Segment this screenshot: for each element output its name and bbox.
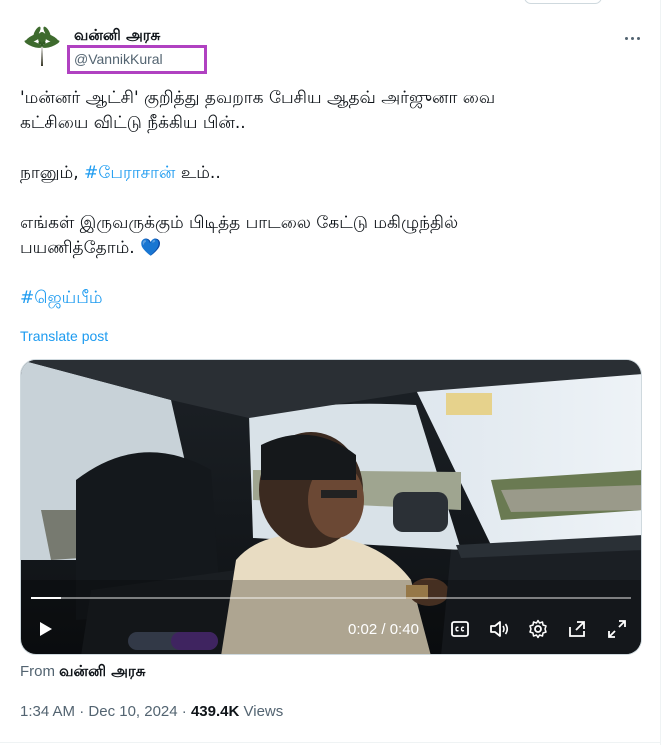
author-handle[interactable]: @VannikKural	[74, 51, 163, 67]
captions-icon[interactable]	[449, 618, 471, 640]
tweet-text: 'மன்னர் ஆட்சி' குறித்து தவறாக பேசிய ஆதவ்…	[20, 86, 640, 311]
hashtag-link[interactable]: #ஜெய்பீம்	[20, 288, 103, 308]
from-attribution: From வன்னி அரசு	[20, 662, 145, 682]
avatar[interactable]	[20, 24, 64, 68]
tweet-line: பயணித்தோம். 💙	[20, 236, 640, 261]
meta-separator: ·	[75, 703, 89, 720]
blue-heart-emoji: 💙	[140, 238, 162, 258]
fullscreen-icon[interactable]	[606, 618, 628, 640]
tweet-line: கட்சியை விட்டு நீக்கிய பின்..	[20, 113, 246, 133]
from-author-link[interactable]: வன்னி அரசு	[59, 662, 145, 680]
author-display-name[interactable]: வன்னி அரசு	[74, 26, 160, 46]
video-player[interactable]: 0:02 / 0:40	[20, 359, 642, 655]
from-prefix: From	[20, 663, 60, 680]
post-date[interactable]: Dec 10, 2024	[88, 703, 177, 720]
tweet-line-text: பயணித்தோம்.	[20, 238, 141, 258]
divider	[0, 742, 661, 743]
tweet-line: 'மன்னர் ஆட்சி' குறித்து தவறாக பேசிய ஆதவ்…	[20, 88, 496, 108]
time-separator: /	[377, 621, 390, 638]
volume-icon[interactable]	[488, 618, 510, 640]
dock-icon[interactable]	[566, 618, 588, 640]
meta-separator: ·	[177, 703, 191, 720]
duration: 0:40	[389, 621, 419, 638]
video-controls: 0:02 / 0:40	[21, 610, 641, 650]
hashtag-link[interactable]: #பேராசான்	[84, 163, 175, 183]
tweet-line: நானும், #பேராசான் உம்..	[20, 161, 640, 186]
tweet-line-prefix: நானும்,	[20, 163, 84, 183]
tweet-line: எங்கள் இருவருக்கும் பிடித்த பாடலை கேட்டு…	[20, 213, 459, 233]
views-count: 439.4K	[190, 703, 240, 720]
current-time: 0:02	[348, 621, 378, 638]
video-progress-bar[interactable]	[31, 597, 631, 599]
post-time[interactable]: 1:34 AM	[20, 703, 75, 720]
settings-icon[interactable]	[527, 618, 549, 640]
video-time: 0:02 / 0:40	[348, 621, 419, 638]
views-label: Views	[239, 703, 284, 720]
more-options-icon[interactable]	[620, 28, 644, 48]
tweet-line-suffix: உம்..	[175, 163, 221, 183]
video-progress-fill	[31, 597, 61, 599]
play-icon[interactable]	[34, 618, 56, 640]
post-meta: 1:34 AM · Dec 10, 2024 · 439.4K Views	[20, 703, 283, 720]
top-pill-edge	[524, 0, 602, 4]
translate-post-link[interactable]: Translate post	[20, 328, 108, 344]
